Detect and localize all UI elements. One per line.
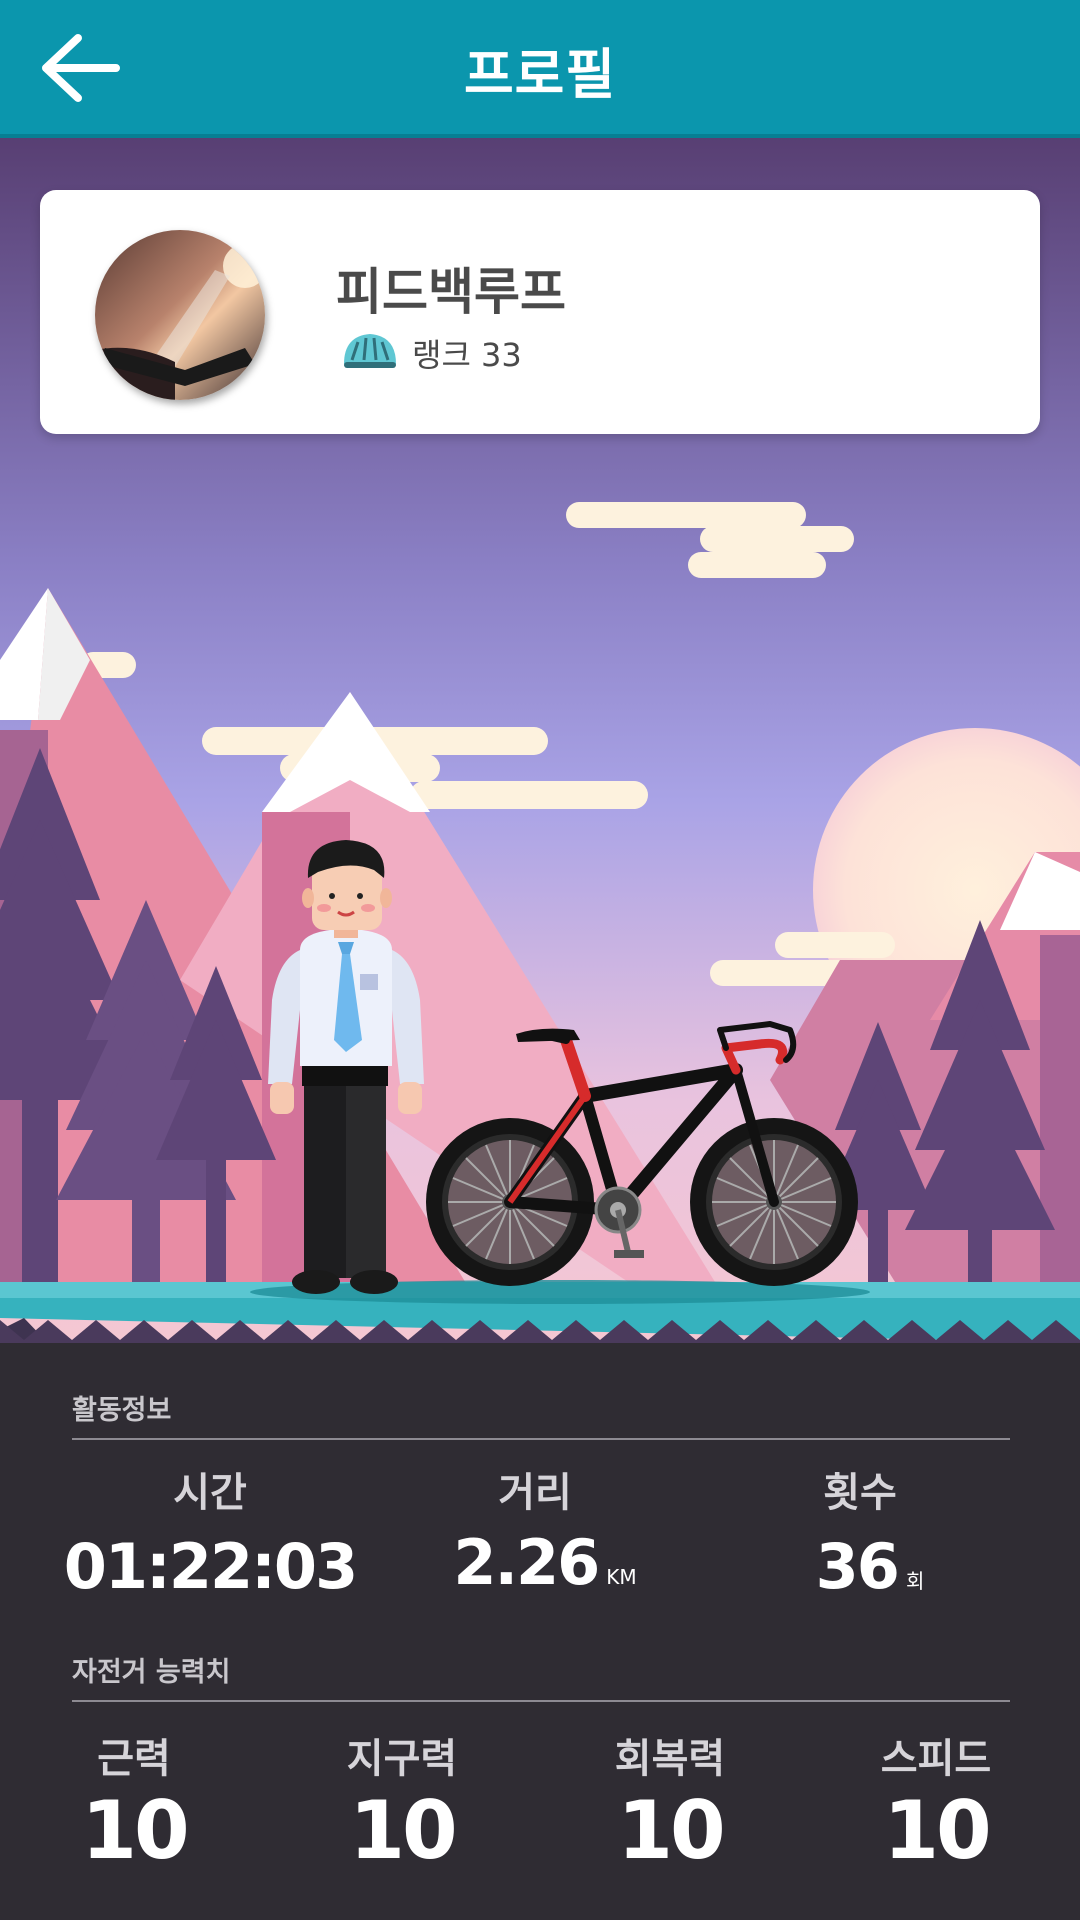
section-title-activity: 활동정보 — [72, 1395, 172, 1426]
divider — [72, 1700, 1010, 1702]
avatar[interactable] — [95, 230, 265, 400]
count-unit: 회 — [905, 1569, 925, 1593]
helmet-icon — [344, 334, 396, 368]
user-name: 피드백루프 — [336, 263, 566, 321]
stat-value-time: 01:22:03 — [63, 1530, 358, 1603]
ability-label-endurance: 지구력 — [346, 1736, 458, 1782]
ability-label-recovery: 회복력 — [614, 1736, 726, 1782]
app-header: 프로필 — [0, 0, 1080, 138]
ability-value-speed: 10 — [883, 1784, 991, 1877]
ability-value-recovery: 10 — [617, 1784, 725, 1877]
page-title: 프로필 — [463, 43, 617, 106]
section-title-abilities: 자전거 능력치 — [72, 1657, 231, 1688]
distance-unit: KM — [606, 1565, 637, 1589]
ability-label-speed: 스피드 — [880, 1736, 992, 1782]
ability-value-strength: 10 — [81, 1784, 189, 1877]
divider — [72, 1438, 1010, 1440]
ability-value-endurance: 10 — [349, 1784, 457, 1877]
stat-label-distance: 거리 — [498, 1470, 572, 1516]
stat-label-time: 시간 — [173, 1470, 247, 1516]
stat-value-count: 36 회 — [815, 1530, 925, 1603]
stat-label-count: 횟수 — [823, 1470, 897, 1516]
ability-label-strength: 근력 — [97, 1736, 171, 1782]
profile-card: 피드백루프 랭크 33 — [40, 190, 1040, 434]
rank-label: 랭크 33 — [412, 336, 522, 374]
stat-value-distance: 2.26 KM — [453, 1526, 637, 1599]
